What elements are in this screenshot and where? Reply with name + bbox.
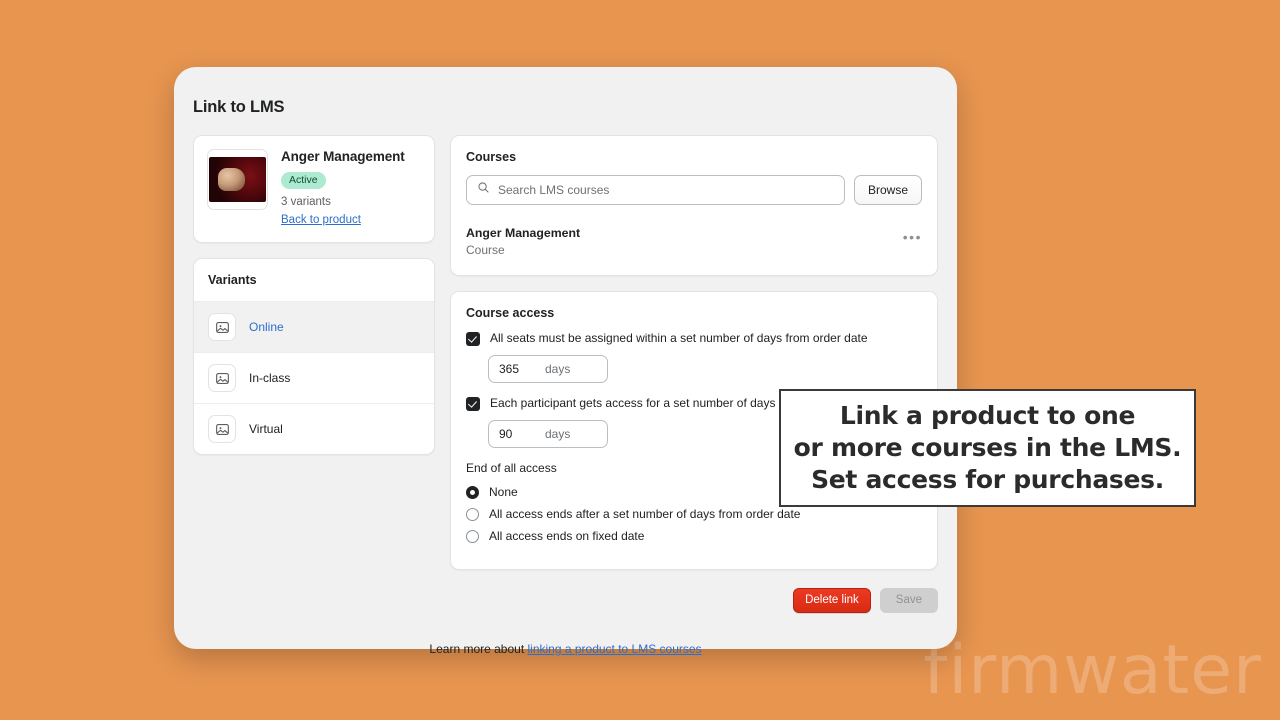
left-column: Anger Management Active 3 variants Back … <box>193 135 435 613</box>
participant-days-field[interactable]: days <box>488 420 608 448</box>
seats-days-field[interactable]: days <box>488 355 608 383</box>
checkbox-participant-access[interactable] <box>466 397 480 411</box>
radio-row-ends-after-days[interactable]: All access ends after a set number of da… <box>466 507 922 521</box>
variant-row-virtual[interactable]: Virtual <box>194 403 434 454</box>
course-search-row: Browse <box>466 175 922 205</box>
learn-more-link[interactable]: linking a product to LMS courses <box>527 642 701 656</box>
seats-days-unit: days <box>545 362 571 376</box>
variant-label: Virtual <box>249 422 283 437</box>
radio-label: All access ends after a set number of da… <box>489 507 801 521</box>
radio-row-ends-fixed-date[interactable]: All access ends on fixed date <box>466 529 922 543</box>
learn-more-text: Learn more about linking a product to LM… <box>193 642 938 656</box>
radio-ends-after-days[interactable] <box>466 507 479 521</box>
product-variant-count: 3 variants <box>281 196 331 209</box>
image-placeholder-icon <box>208 415 236 444</box>
checkbox-seats-assigned[interactable] <box>466 332 480 346</box>
course-type: Course <box>466 243 505 257</box>
product-thumbnail <box>207 149 268 210</box>
search-box[interactable] <box>466 175 845 205</box>
search-icon <box>477 181 490 199</box>
courses-card: Courses Browse <box>450 135 938 276</box>
checkbox-row-seats[interactable]: All seats must be assigned within a set … <box>466 331 922 346</box>
product-details: Anger Management Active 3 variants Back … <box>281 149 405 228</box>
product-name: Anger Management <box>281 149 405 164</box>
annotation-callout: Link a product to one or more courses in… <box>779 389 1196 507</box>
browse-button[interactable]: Browse <box>853 175 922 205</box>
variants-heading: Variants <box>208 273 257 288</box>
checkbox-label: All seats must be assigned within a set … <box>490 331 868 345</box>
participant-days-input[interactable] <box>499 427 545 441</box>
back-to-product-link[interactable]: Back to product <box>281 214 361 226</box>
learn-more-prefix: Learn more about <box>429 642 528 656</box>
variants-card: Variants Online In-class Virtual <box>193 258 435 456</box>
participant-days-unit: days <box>545 427 571 441</box>
right-column: Courses Browse <box>450 135 938 613</box>
product-thumbnail-image <box>209 157 266 202</box>
variant-row-online[interactable]: Online <box>194 301 434 353</box>
seats-days-input[interactable] <box>499 362 545 376</box>
modal-body: Anger Management Active 3 variants Back … <box>193 135 938 613</box>
search-input[interactable] <box>498 183 834 197</box>
product-card: Anger Management Active 3 variants Back … <box>193 135 435 244</box>
annotation-callout-text: Link a product to one or more courses in… <box>793 401 1182 494</box>
page-title: Link to LMS <box>193 98 285 116</box>
modal-actions: Delete link Save <box>450 588 938 613</box>
course-item-texts: Anger Management Course <box>466 226 903 257</box>
radio-label: None <box>489 485 518 499</box>
delete-link-button[interactable]: Delete link <box>793 588 871 613</box>
save-button[interactable]: Save <box>879 588 938 613</box>
image-placeholder-icon <box>208 364 236 393</box>
status-badge: Active <box>281 172 326 190</box>
variant-label: In-class <box>249 371 291 386</box>
link-to-lms-modal: Link to LMS Anger Management Active 3 va… <box>174 67 957 656</box>
ellipsis-horizontal-icon[interactable]: ••• <box>903 226 922 244</box>
radio-label: All access ends on fixed date <box>489 529 645 543</box>
variant-label: Online <box>249 320 284 335</box>
courses-heading: Courses <box>466 150 517 164</box>
firmwater-watermark: firmwater <box>923 631 1262 710</box>
radio-ends-fixed-date[interactable] <box>466 529 479 543</box>
image-placeholder-icon <box>208 313 236 342</box>
course-access-heading: Course access <box>466 306 555 320</box>
course-name: Anger Management <box>466 226 581 240</box>
variant-row-in-class[interactable]: In-class <box>194 352 434 403</box>
radio-none[interactable] <box>466 485 479 499</box>
course-list-item[interactable]: Anger Management Course ••• <box>466 226 922 257</box>
